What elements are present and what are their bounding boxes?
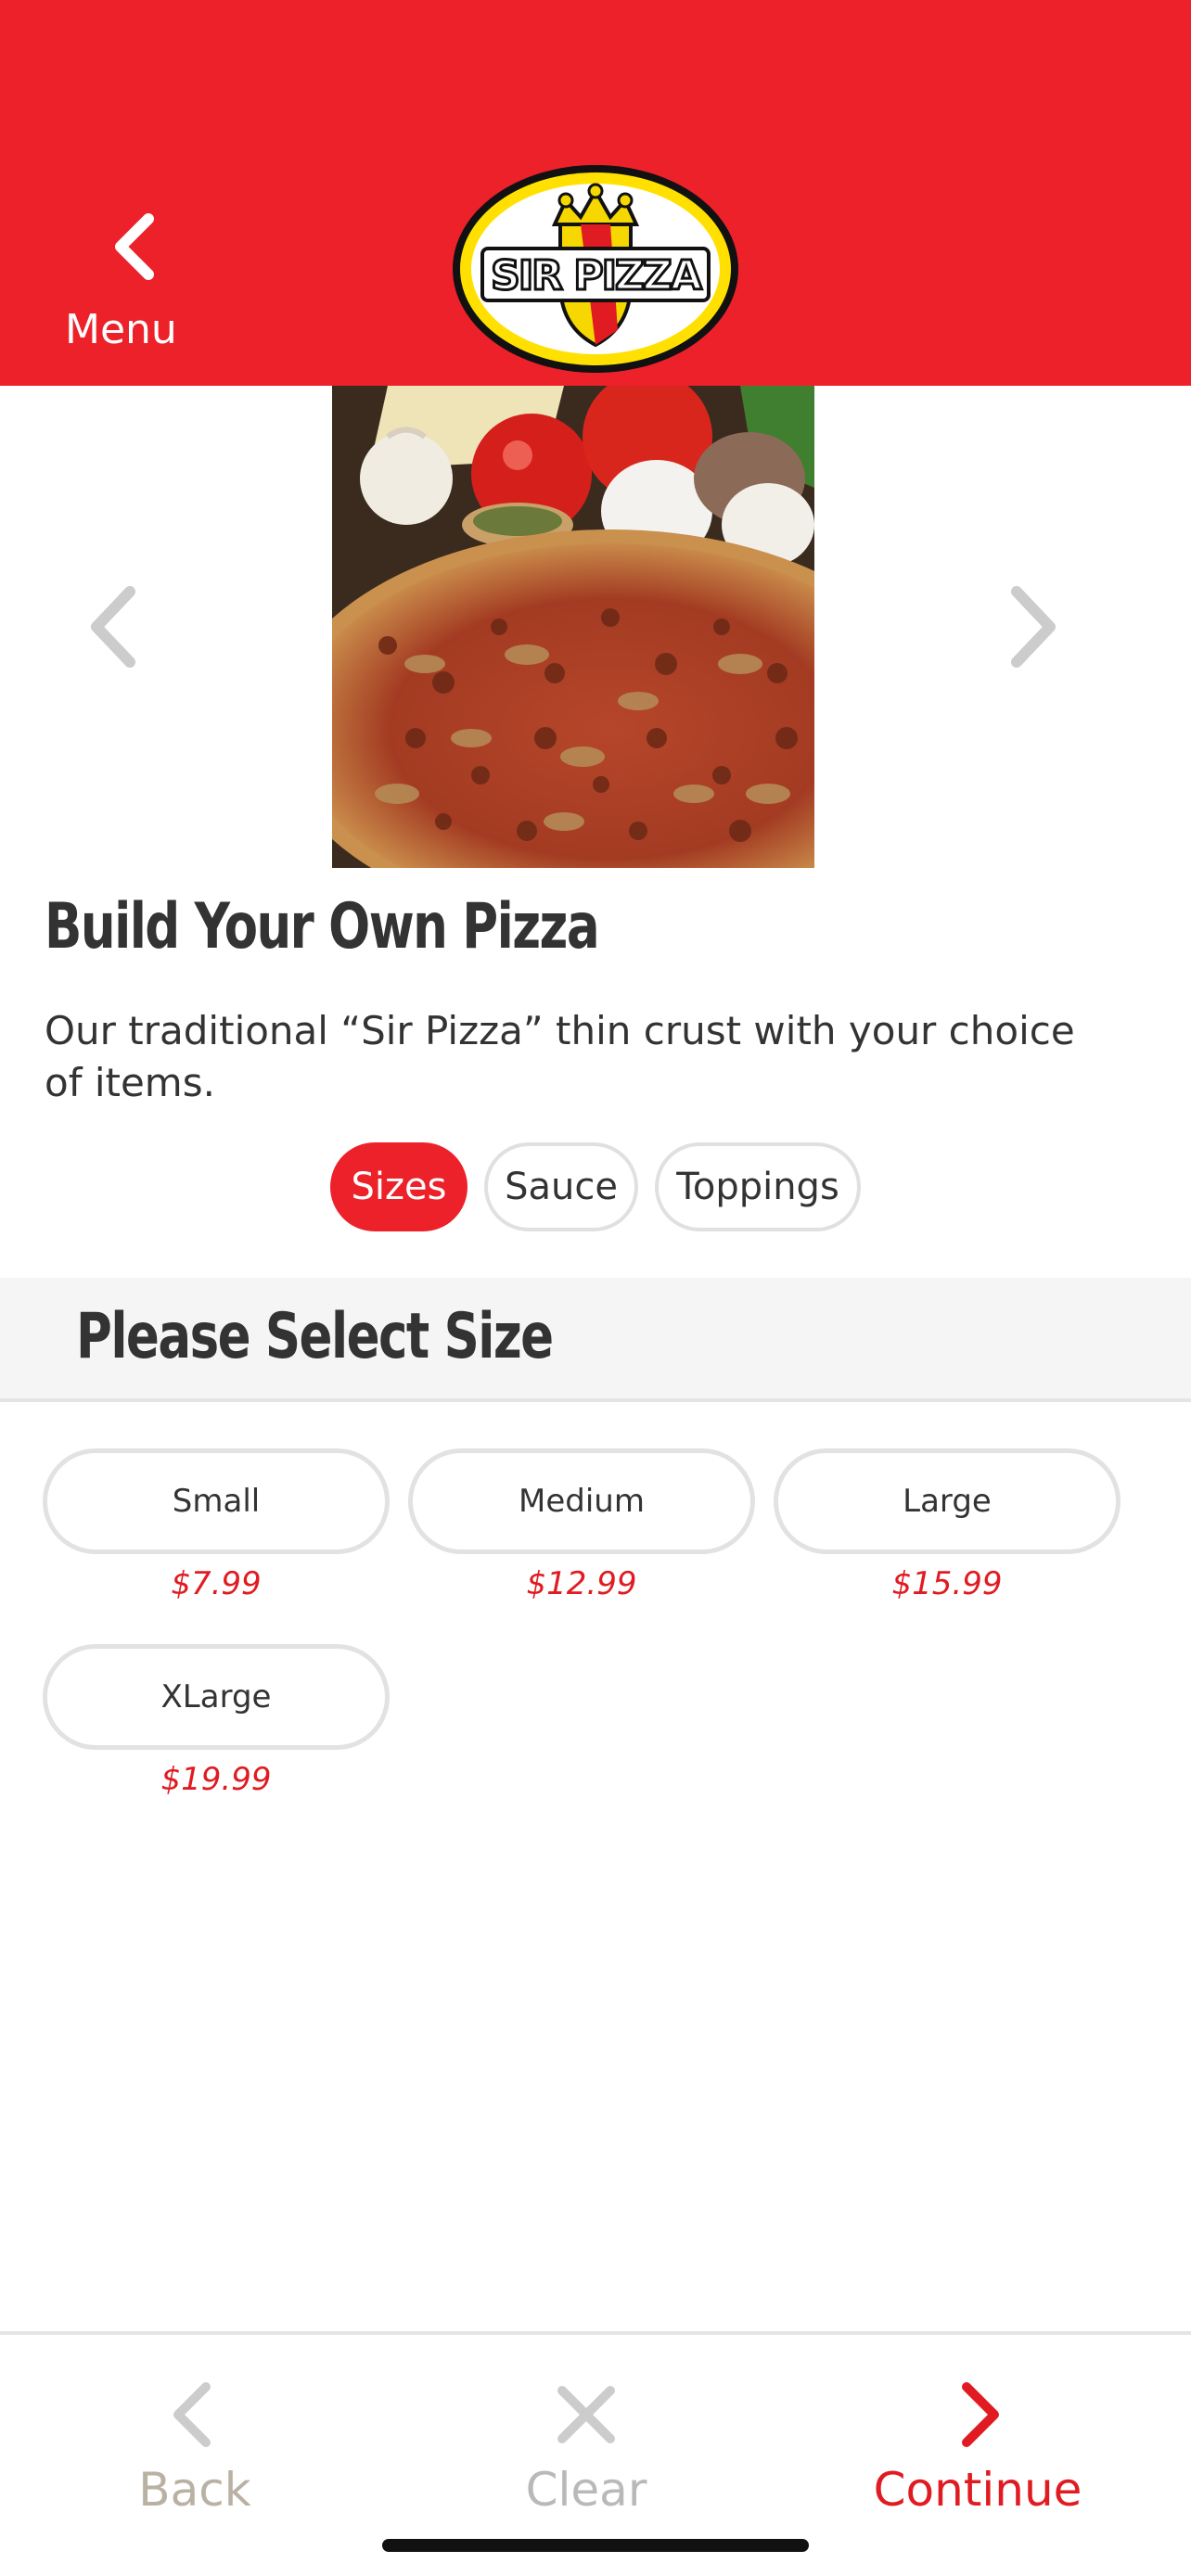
option-tabs: Sizes Sauce Toppings [330,1142,861,1231]
chevron-right-icon [962,2382,999,2447]
tab-sizes[interactable]: Sizes [330,1142,467,1231]
clear-button[interactable]: Clear [466,2359,707,2544]
chevron-left-icon [115,213,154,280]
size-price-medium: $12.99 [526,1565,637,1602]
product-image [332,386,814,868]
size-option-xlarge: XLarge $19.99 [43,1644,390,1798]
menu-back-label: Menu [65,306,177,353]
carousel-prev-icon[interactable] [80,580,145,673]
close-icon [557,2386,615,2443]
continue-button[interactable]: Continue [857,2359,1098,2544]
carousel-next-icon[interactable] [1002,580,1067,673]
back-label: Back [138,2463,251,2517]
svg-text:SIR PIZZA: SIR PIZZA [491,252,702,300]
chevron-left-icon [173,2382,211,2447]
size-section-header: Please Select Size [0,1278,1191,1402]
size-price-large: $15.99 [891,1565,1003,1602]
tab-sauce[interactable]: Sauce [484,1142,638,1231]
menu-back-button[interactable]: Menu [56,204,186,362]
home-indicator[interactable] [382,2539,809,2552]
app-header: Menu SIR PIZZA [0,0,1191,386]
size-button-large[interactable]: Large [774,1448,1121,1554]
size-option-small: Small $7.99 [43,1448,390,1602]
sir-pizza-logo[interactable]: SIR PIZZA [451,163,740,375]
product-title: Build Your Own Pizza [45,890,600,963]
size-button-xlarge[interactable]: XLarge [43,1644,390,1750]
size-option-large: Large $15.99 [774,1448,1121,1602]
continue-label: Continue [873,2463,1082,2517]
size-option-medium: Medium $12.99 [408,1448,755,1602]
clear-label: Clear [525,2463,647,2517]
back-button[interactable]: Back [74,2359,315,2544]
size-button-medium[interactable]: Medium [408,1448,755,1554]
product-description: Our traditional “Sir Pizza” thin crust w… [45,1008,1075,1105]
size-price-small: $7.99 [171,1565,262,1602]
size-button-small[interactable]: Small [43,1448,390,1554]
tab-toppings[interactable]: Toppings [655,1142,861,1231]
size-price-xlarge: $19.99 [160,1761,272,1798]
section-title: Please Select Size [76,1300,554,1373]
